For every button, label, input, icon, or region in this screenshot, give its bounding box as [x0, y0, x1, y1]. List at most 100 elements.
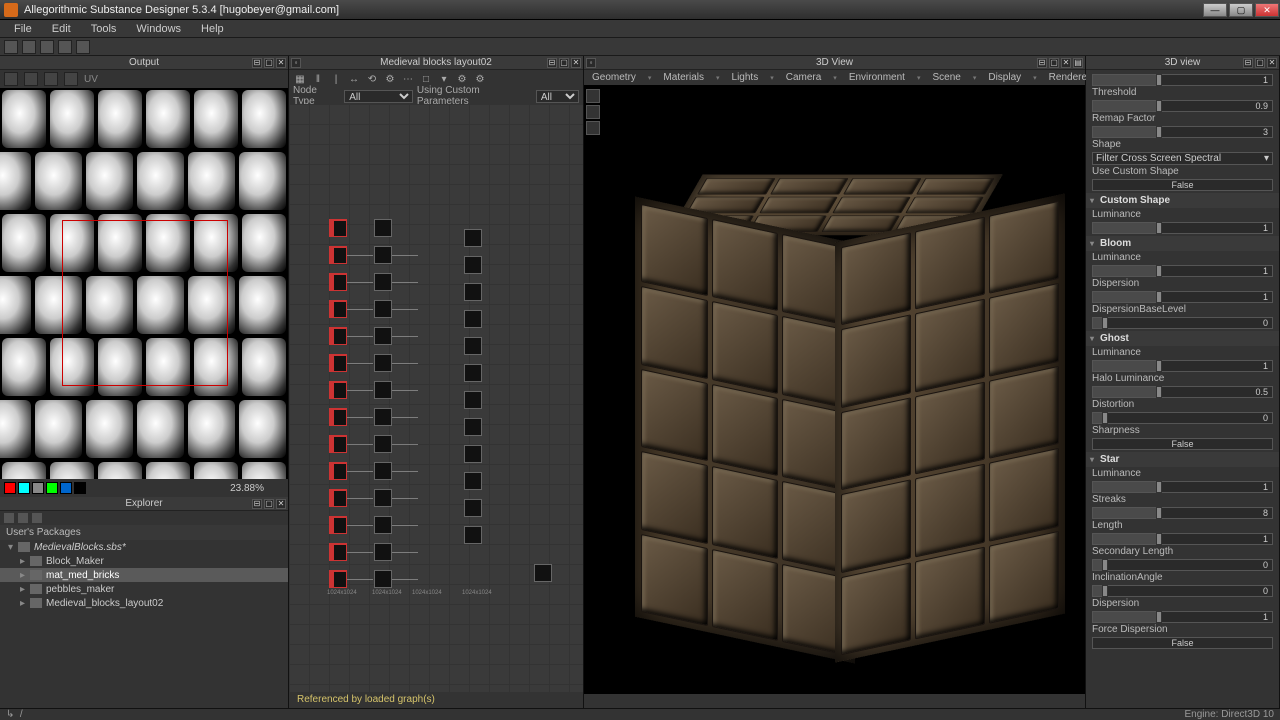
close-button[interactable]: ✕: [1255, 3, 1279, 17]
graph-node[interactable]: [464, 499, 482, 517]
panel-close-icon[interactable]: ✕: [276, 499, 286, 509]
panel-pin-icon[interactable]: ⊟: [1037, 58, 1047, 68]
graph-tool-icon[interactable]: □: [419, 72, 433, 86]
view3d-toolbar-icon[interactable]: ◦: [586, 58, 596, 68]
panel-pin-icon[interactable]: ⊟: [252, 58, 262, 68]
menu-file[interactable]: File: [4, 23, 42, 35]
menu-tools[interactable]: Tools: [81, 23, 127, 35]
prop-group[interactable]: ▾Ghost: [1086, 331, 1279, 346]
graph-node[interactable]: [329, 219, 347, 237]
graph-tool-icon[interactable]: ⚙: [455, 72, 469, 86]
graph-tool-icon[interactable]: ‖: [311, 72, 325, 86]
explorer-fwd-icon[interactable]: [18, 513, 28, 523]
panel-close-icon[interactable]: ✕: [1267, 58, 1277, 68]
save-icon[interactable]: [40, 40, 54, 54]
minimize-button[interactable]: —: [1203, 3, 1227, 17]
color-swatch[interactable]: [4, 482, 16, 494]
graph-node[interactable]: [329, 489, 347, 507]
prop-slider[interactable]: 1: [1092, 265, 1273, 277]
view3d-viewport[interactable]: [584, 85, 1085, 694]
graph-node[interactable]: [464, 472, 482, 490]
graph-node[interactable]: [374, 543, 392, 561]
custom-params-select[interactable]: All: [536, 90, 579, 103]
panel-max-icon[interactable]: ▢: [1255, 58, 1265, 68]
prop-group[interactable]: ▾Bloom: [1086, 236, 1279, 251]
output-viewport[interactable]: [0, 88, 288, 479]
view3d-tool-icon[interactable]: [586, 89, 600, 103]
tree-item[interactable]: ▸Block_Maker: [0, 554, 288, 568]
color-swatch[interactable]: [60, 482, 72, 494]
view3d-menu-scene[interactable]: Scene: [928, 72, 964, 83]
prop-slider[interactable]: 0: [1092, 559, 1273, 571]
graph-node[interactable]: [464, 310, 482, 328]
graph-node[interactable]: [464, 283, 482, 301]
prop-group[interactable]: ▾Custom Shape: [1086, 193, 1279, 208]
panel-close-icon[interactable]: ✕: [1061, 58, 1071, 68]
prop-toggle[interactable]: False: [1092, 438, 1273, 450]
prop-slider[interactable]: 0.9: [1092, 100, 1273, 112]
output-tool-icon[interactable]: [64, 72, 78, 86]
graph-tool-icon[interactable]: ▾: [437, 72, 451, 86]
prop-slider[interactable]: 0: [1092, 412, 1273, 424]
view3d-menu-materials[interactable]: Materials: [659, 72, 708, 83]
graph-node[interactable]: [374, 273, 392, 291]
prop-slider[interactable]: 1: [1092, 533, 1273, 545]
output-tool-icon[interactable]: [4, 72, 18, 86]
prop-slider[interactable]: 1: [1092, 74, 1273, 86]
view3d-menu-lights[interactable]: Lights: [728, 72, 763, 83]
menu-edit[interactable]: Edit: [42, 23, 81, 35]
graph-node[interactable]: [329, 246, 347, 264]
graph-tool-icon[interactable]: ⟲: [365, 72, 379, 86]
graph-tool-icon[interactable]: ↔: [347, 72, 361, 86]
graph-toolbar-icon[interactable]: ◦: [291, 58, 301, 68]
color-swatch[interactable]: [74, 482, 86, 494]
prop-group[interactable]: ▾Star: [1086, 452, 1279, 467]
panel-pin-icon[interactable]: ⊟: [252, 499, 262, 509]
graph-node[interactable]: [329, 462, 347, 480]
graph-node[interactable]: [464, 445, 482, 463]
graph-node[interactable]: [464, 364, 482, 382]
graph-tool-icon[interactable]: ⋯: [401, 72, 415, 86]
prop-select[interactable]: Filter Cross Screen Spectral▾: [1092, 152, 1273, 165]
graph-node[interactable]: [464, 526, 482, 544]
graph-tool-icon[interactable]: ▦: [293, 72, 307, 86]
prop-slider[interactable]: 1: [1092, 360, 1273, 372]
color-swatch[interactable]: [18, 482, 30, 494]
view3d-menu-camera[interactable]: Camera: [782, 72, 826, 83]
prop-slider[interactable]: 3: [1092, 126, 1273, 138]
graph-node[interactable]: [329, 273, 347, 291]
color-swatch[interactable]: [46, 482, 58, 494]
redo-icon[interactable]: [76, 40, 90, 54]
graph-node[interactable]: [374, 408, 392, 426]
panel-max-icon[interactable]: ▢: [559, 58, 569, 68]
graph-node[interactable]: [534, 564, 552, 582]
panel-close-icon[interactable]: ✕: [571, 58, 581, 68]
graph-node[interactable]: [374, 300, 392, 318]
graph-node[interactable]: [329, 435, 347, 453]
view3d-menu-environment[interactable]: Environment: [845, 72, 909, 83]
maximize-button[interactable]: ▢: [1229, 3, 1253, 17]
prop-slider[interactable]: 0: [1092, 585, 1273, 597]
graph-node[interactable]: [329, 300, 347, 318]
color-swatch[interactable]: [32, 482, 44, 494]
graph-node[interactable]: [374, 489, 392, 507]
prop-slider[interactable]: 0: [1092, 317, 1273, 329]
prop-toggle[interactable]: False: [1092, 179, 1273, 191]
graph-node[interactable]: [464, 418, 482, 436]
graph-node[interactable]: [464, 337, 482, 355]
prop-slider[interactable]: 1: [1092, 291, 1273, 303]
menu-help[interactable]: Help: [191, 23, 234, 35]
graph-tool-icon[interactable]: ⚙: [473, 72, 487, 86]
graph-node[interactable]: [374, 516, 392, 534]
graph-node[interactable]: [329, 327, 347, 345]
graph-node[interactable]: [329, 570, 347, 588]
explorer-refresh-icon[interactable]: [32, 513, 42, 523]
node-type-select[interactable]: All: [344, 90, 413, 103]
tree-item[interactable]: ▸mat_med_bricks: [0, 568, 288, 582]
prop-slider[interactable]: 1: [1092, 611, 1273, 623]
tree-item[interactable]: ▸pebbles_maker: [0, 582, 288, 596]
graph-node[interactable]: [374, 246, 392, 264]
graph-node[interactable]: [329, 516, 347, 534]
panel-max-icon[interactable]: ▢: [1049, 58, 1059, 68]
prop-toggle[interactable]: False: [1092, 637, 1273, 649]
